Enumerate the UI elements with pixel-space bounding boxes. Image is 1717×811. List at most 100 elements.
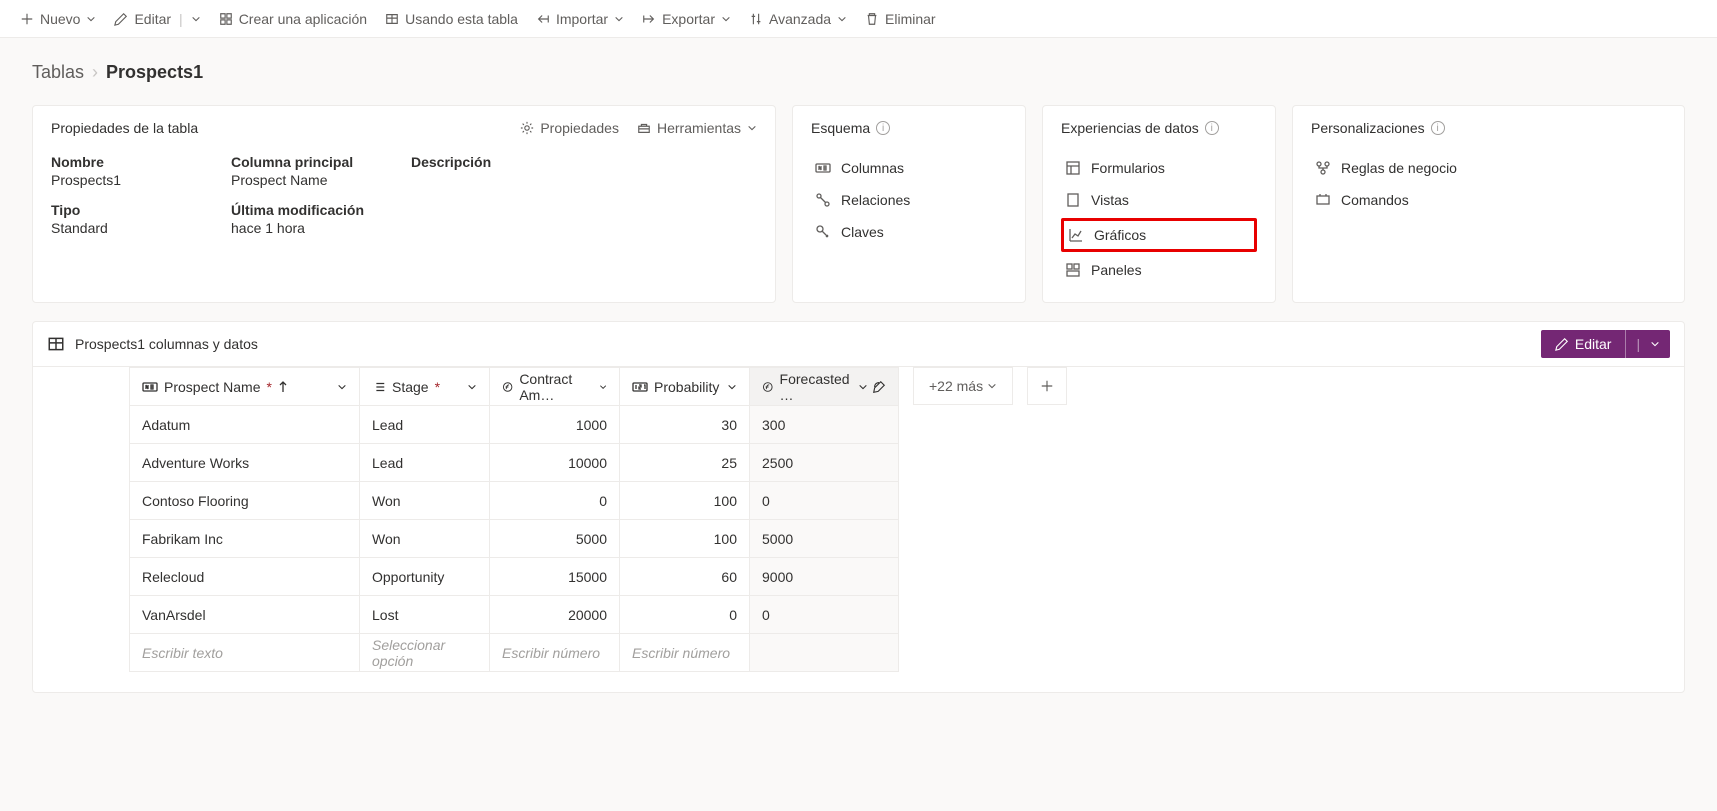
advanced-label: Avanzada (769, 11, 831, 27)
nav-dashboards[interactable]: Paneles (1061, 256, 1257, 284)
edit-main-button[interactable]: Editar (1541, 330, 1626, 358)
nav-charts[interactable]: Gráficos (1061, 218, 1257, 252)
export-icon (642, 12, 656, 26)
key-icon (815, 224, 831, 240)
import-button[interactable]: Importar (528, 0, 632, 38)
commands-icon (1315, 192, 1331, 208)
cell-name[interactable]: VanArsdel (130, 596, 360, 634)
create-app-button[interactable]: Crear una aplicación (211, 0, 375, 38)
using-table-label: Usando esta tabla (405, 11, 518, 27)
cell-name[interactable]: Relecloud (130, 558, 360, 596)
breadcrumb-root[interactable]: Tablas (32, 62, 84, 83)
cell-stage[interactable]: Lead (360, 406, 490, 444)
cell-stage[interactable]: Won (360, 520, 490, 558)
chevron-down-icon (86, 14, 96, 24)
table-row[interactable]: AdatumLead100030300 (130, 406, 899, 444)
cell-probability[interactable]: 100 (620, 482, 750, 520)
new-button[interactable]: Nuevo (12, 0, 104, 38)
properties-action[interactable]: Propiedades (520, 120, 619, 136)
table-row[interactable]: VanArsdelLost2000000 (130, 596, 899, 634)
edit-chevron-button[interactable]: | (1625, 330, 1670, 358)
export-button[interactable]: Exportar (634, 0, 739, 38)
cell-amount[interactable]: 10000 (490, 444, 620, 482)
columns-icon (815, 161, 831, 175)
chevron-down-icon (721, 14, 731, 24)
cell-probability[interactable]: 25 (620, 444, 750, 482)
chevron-down-icon (837, 14, 847, 24)
schema-card: Esquema i Columnas Relaciones Claves (792, 105, 1026, 303)
properties-card-title: Propiedades de la tabla (51, 120, 198, 136)
cell-forecasted: 5000 (750, 520, 899, 558)
nav-relations-label: Relaciones (841, 192, 910, 208)
col-header-stage[interactable]: Stage* (360, 368, 490, 406)
info-icon[interactable]: i (876, 121, 890, 135)
new-row[interactable]: Escribir texto Seleccionar opción Escrib… (130, 634, 899, 672)
table-row[interactable]: Contoso FlooringWon01000 (130, 482, 899, 520)
cell-stage[interactable]: Lead (360, 444, 490, 482)
cell-probability[interactable]: 0 (620, 596, 750, 634)
edit-button[interactable]: Editar | (106, 0, 208, 38)
cell-forecasted: 0 (750, 596, 899, 634)
val-tipo: Standard (51, 220, 231, 236)
chevron-down-icon (1650, 339, 1660, 349)
cell-probability[interactable]: 100 (620, 520, 750, 558)
tools-action[interactable]: Herramientas (637, 120, 757, 136)
cell-amount[interactable]: 15000 (490, 558, 620, 596)
val-nombre: Prospects1 (51, 172, 231, 188)
cell-amount[interactable]: 20000 (490, 596, 620, 634)
choice-icon (372, 380, 386, 394)
chevron-down-icon (727, 382, 737, 392)
cell-probability[interactable]: 30 (620, 406, 750, 444)
delete-button[interactable]: Eliminar (857, 0, 944, 38)
cell-stage[interactable]: Won (360, 482, 490, 520)
cell-forecasted: 9000 (750, 558, 899, 596)
cell-name[interactable]: Contoso Flooring (130, 482, 360, 520)
table-row[interactable]: RelecloudOpportunity15000609000 (130, 558, 899, 596)
nav-columns-label: Columnas (841, 160, 904, 176)
edit-label: Editar (134, 11, 171, 27)
cell-amount[interactable]: 1000 (490, 406, 620, 444)
table-row[interactable]: Fabrikam IncWon50001005000 (130, 520, 899, 558)
cell-amount[interactable]: 0 (490, 482, 620, 520)
cell-probability[interactable]: 60 (620, 558, 750, 596)
nav-commands[interactable]: Comandos (1311, 186, 1666, 214)
add-column-button[interactable] (1027, 367, 1067, 405)
nav-forms-label: Formularios (1091, 160, 1165, 176)
data-grid-card: Prospects1 columnas y datos Editar | (32, 321, 1685, 693)
cell-name[interactable]: Adatum (130, 406, 360, 444)
chevron-down-icon (614, 14, 624, 24)
using-table-button[interactable]: Usando esta tabla (377, 0, 526, 38)
new-stage-input[interactable]: Seleccionar opción (360, 634, 490, 672)
new-prob-input[interactable]: Escribir número (620, 634, 750, 672)
nav-keys[interactable]: Claves (811, 218, 1007, 246)
table-row[interactable]: Adventure WorksLead10000252500 (130, 444, 899, 482)
nav-keys-label: Claves (841, 224, 884, 240)
pencil-icon (1555, 337, 1569, 351)
col-header-amount[interactable]: Contract Am… (490, 368, 620, 406)
cell-name[interactable]: Adventure Works (130, 444, 360, 482)
more-columns-button[interactable]: +22 más (913, 367, 1013, 405)
app-icon (219, 12, 233, 26)
chevron-down-icon (467, 382, 477, 392)
nav-relations[interactable]: Relaciones (811, 186, 1007, 214)
cell-amount[interactable]: 5000 (490, 520, 620, 558)
info-icon[interactable]: i (1431, 121, 1445, 135)
col-header-probability[interactable]: Probability (620, 368, 750, 406)
cell-stage[interactable]: Lost (360, 596, 490, 634)
new-name-input[interactable]: Escribir texto (130, 634, 360, 672)
advanced-button[interactable]: Avanzada (741, 0, 855, 38)
info-icon[interactable]: i (1205, 121, 1219, 135)
nav-views[interactable]: Vistas (1061, 186, 1257, 214)
cell-stage[interactable]: Opportunity (360, 558, 490, 596)
new-amount-input[interactable]: Escribir número (490, 634, 620, 672)
nav-business-rules[interactable]: Reglas de negocio (1311, 154, 1666, 182)
fx-icon (762, 380, 774, 394)
chevron-down-icon (599, 382, 607, 392)
sort-asc-icon (278, 381, 288, 393)
sliders-icon (749, 12, 763, 26)
cell-name[interactable]: Fabrikam Inc (130, 520, 360, 558)
col-header-name[interactable]: Prospect Name* (130, 368, 360, 406)
col-header-forecasted[interactable]: Forecasted … (750, 368, 899, 406)
nav-forms[interactable]: Formularios (1061, 154, 1257, 182)
nav-columns[interactable]: Columnas (811, 154, 1007, 182)
